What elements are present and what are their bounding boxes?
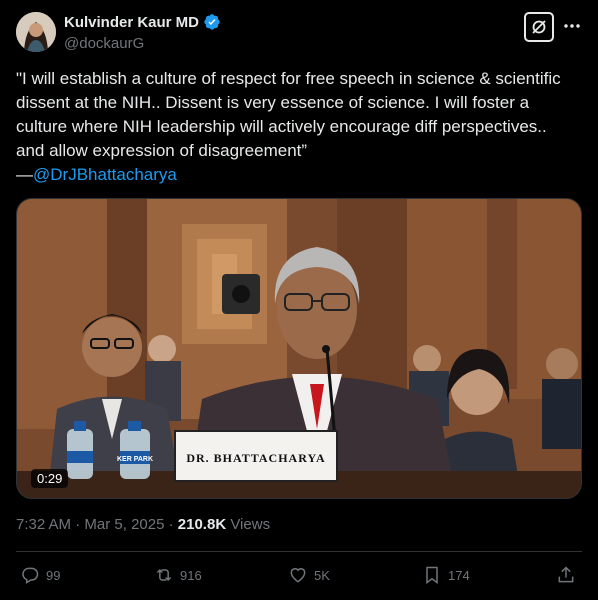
tweet-text-line: culture where NIH leadership will active…: [16, 117, 547, 136]
reply-count: 99: [46, 567, 61, 583]
repost-icon: [156, 568, 172, 582]
author-display-name[interactable]: Kulvinder Kaur MD: [64, 14, 199, 31]
video-duration: 0:29: [31, 469, 69, 488]
action-bar: 99 916 5K 174: [16, 562, 582, 592]
attribution-dash: —: [16, 165, 33, 184]
more-button[interactable]: [562, 16, 582, 36]
attribution-line: —@DrJBhattacharya: [16, 163, 586, 187]
bookmark-button[interactable]: 174: [422, 565, 470, 585]
author-handle[interactable]: @dockaurG: [64, 35, 221, 52]
like-count: 5K: [314, 567, 330, 583]
author-name[interactable]: Kulvinder Kaur MD: [64, 13, 221, 31]
nameplate-text: DR. BHATTACHARYA: [186, 451, 325, 465]
more-icon: [564, 24, 580, 28]
mention-link[interactable]: @DrJBhattacharya: [33, 165, 177, 184]
avatar[interactable]: [16, 12, 56, 52]
tweet-text-line: "I will establish a culture of respect f…: [16, 69, 561, 88]
grok-button[interactable]: [524, 12, 554, 42]
repost-button[interactable]: 916: [154, 565, 202, 585]
bookmark-count: 174: [448, 567, 470, 583]
tweet-text: "I will establish a culture of respect f…: [16, 67, 586, 187]
tweet-meta: 7:32 AM · Mar 5, 2025 · 210.8K Views: [16, 516, 270, 533]
video-player[interactable]: KER PARK DR. BHATTACHARYA 0:29: [16, 198, 582, 499]
share-button[interactable]: [556, 565, 576, 585]
meta-separator: ·: [71, 516, 85, 533]
post-time[interactable]: 7:32 AM: [16, 516, 71, 533]
video-frame: KER PARK DR. BHATTACHARYA: [17, 199, 581, 498]
tweet-header: Kulvinder Kaur MD @dockaurG: [16, 12, 582, 54]
tweet-text-line: and allow expression of disagreement”: [16, 141, 308, 160]
like-button[interactable]: 5K: [288, 565, 330, 585]
bookmark-icon: [426, 566, 438, 584]
views-count: 210.8K: [177, 516, 227, 533]
heart-icon: [290, 568, 306, 583]
tweet-text-line: dissent at the NIH.. Dissent is very ess…: [16, 93, 530, 112]
grok-icon: [532, 20, 546, 34]
verified-badge-icon: [204, 14, 220, 30]
post-date[interactable]: Mar 5, 2025: [84, 516, 164, 533]
reply-button[interactable]: 99: [20, 565, 60, 585]
meta-separator: ·: [164, 516, 178, 533]
divider: [16, 551, 582, 552]
share-icon: [558, 566, 574, 583]
views-label: Views: [226, 516, 271, 533]
bottle-label: KER PARK: [117, 456, 153, 463]
reply-icon: [22, 567, 39, 584]
repost-count: 916: [180, 567, 202, 583]
